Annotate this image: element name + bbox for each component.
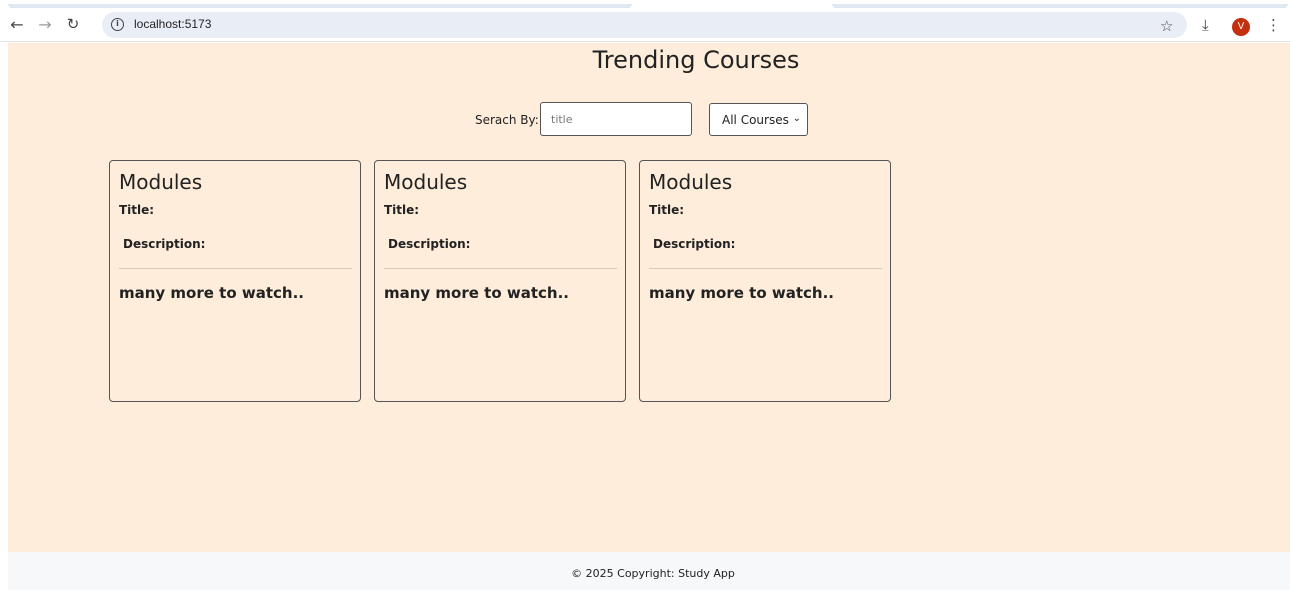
url-text[interactable]: localhost:5173 (134, 17, 211, 31)
kebab-menu-icon[interactable]: ⋮ (1266, 16, 1281, 34)
card-title-label: Title: (649, 203, 685, 217)
star-icon[interactable]: ☆ (1160, 17, 1173, 35)
card-description-label: Description: (123, 237, 206, 251)
card-more-text: many more to watch.. (649, 284, 834, 302)
arrow-right-icon[interactable]: → (34, 13, 56, 35)
course-filter-select[interactable]: All Courses ⌄ (709, 103, 808, 136)
course-filter-value: All Courses (722, 112, 789, 127)
search-input[interactable] (540, 102, 692, 136)
card-divider (384, 268, 617, 269)
card-more-text: many more to watch.. (384, 284, 569, 302)
card-divider (119, 268, 352, 269)
info-icon[interactable]: i (111, 18, 124, 31)
card-more-text: many more to watch.. (119, 284, 304, 302)
search-label: Serach By: (475, 113, 539, 127)
chevron-down-icon: ⌄ (792, 113, 801, 124)
card-description-label: Description: (388, 237, 471, 251)
course-card: Modules Title: Description: many more to… (374, 160, 626, 402)
page-content: Trending Courses Serach By: All Courses … (8, 43, 1290, 552)
footer: © 2025 Copyright: Study App (8, 552, 1290, 590)
card-heading: Modules (649, 170, 733, 194)
address-bar[interactable]: i localhost:5173 (102, 12, 1187, 38)
arrow-left-icon[interactable]: ← (6, 13, 28, 35)
browser-toolbar: ← → ↻ i localhost:5173 ☆ ⤓ V ⋮ (0, 8, 1290, 42)
course-card: Modules Title: Description: many more to… (109, 160, 361, 402)
tab-strip (0, 0, 1290, 8)
card-divider (649, 268, 882, 269)
page-title: Trending Courses (592, 46, 800, 74)
card-title-label: Title: (119, 203, 155, 217)
card-title-label: Title: (384, 203, 420, 217)
reload-icon[interactable]: ↻ (62, 13, 84, 35)
download-icon[interactable]: ⤓ (1202, 16, 1209, 34)
course-card: Modules Title: Description: many more to… (639, 160, 891, 402)
footer-copyright: © 2025 Copyright: Study App (571, 567, 735, 580)
avatar[interactable]: V (1232, 18, 1250, 36)
card-description-label: Description: (653, 237, 736, 251)
card-heading: Modules (384, 170, 468, 194)
card-heading: Modules (119, 170, 203, 194)
